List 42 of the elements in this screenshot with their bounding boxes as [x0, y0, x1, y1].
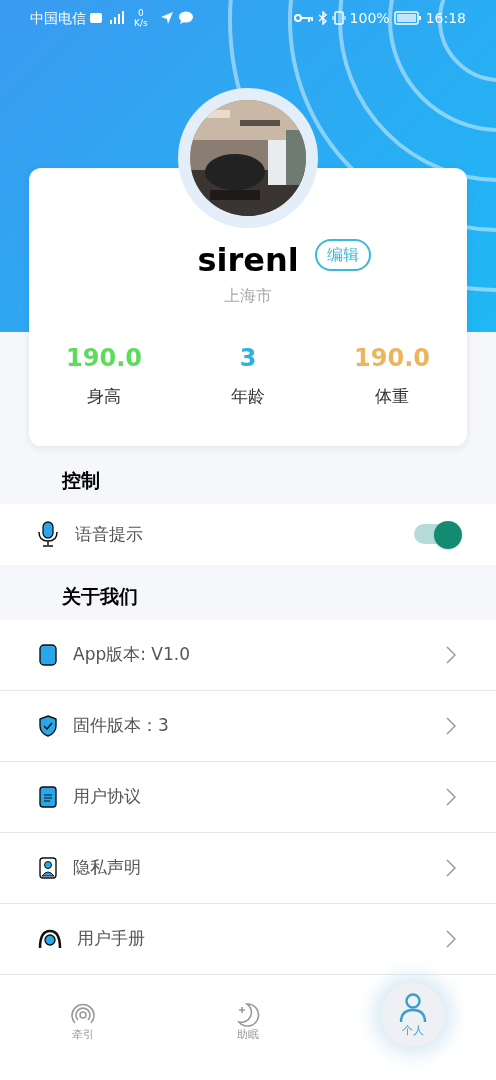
chevron-right-icon	[446, 717, 456, 735]
section-title: 控制	[62, 467, 100, 493]
speed-unit: K/s	[134, 18, 148, 28]
section-title: 关于我们	[62, 583, 138, 609]
signal-icon	[90, 11, 126, 25]
id-card-icon	[38, 857, 58, 879]
shield-icon	[38, 715, 58, 737]
setting-label: 语音提示	[75, 522, 143, 546]
speed-value: 0	[137, 8, 144, 18]
chevron-right-icon	[446, 646, 456, 664]
stat-label: 身高	[87, 385, 121, 408]
camera-icon	[38, 928, 62, 950]
menu-item[interactable]: 用户手册	[0, 904, 496, 975]
microphone-icon	[36, 521, 60, 548]
clock-time: 16:18	[425, 8, 466, 28]
stat-value: 190.0	[66, 343, 142, 374]
user-name: sirenl	[197, 240, 299, 281]
battery-percent: 100%	[349, 8, 390, 28]
send-icon	[159, 11, 174, 25]
key-icon	[293, 13, 314, 23]
stat-label: 年龄	[231, 385, 265, 408]
chevron-right-icon	[446, 859, 456, 877]
stat-value: 3	[239, 343, 257, 374]
stat-label: 体重	[375, 385, 409, 408]
menu-item[interactable]: 隐私声明	[0, 833, 496, 904]
carrier-name: 中国电信	[30, 8, 86, 28]
chevron-right-icon	[446, 788, 456, 806]
person-icon	[398, 992, 429, 1024]
menu-item[interactable]: 固件版本：3	[0, 691, 496, 762]
moon-icon	[235, 1002, 261, 1028]
chevron-right-icon	[446, 930, 456, 948]
phone-icon	[38, 644, 58, 666]
document-icon	[38, 786, 58, 808]
bluetooth-icon	[317, 11, 328, 25]
toggle-switch[interactable]	[414, 521, 460, 548]
battery-icon	[393, 11, 422, 25]
city-label: 上海市	[224, 285, 272, 307]
chat-icon	[177, 11, 194, 25]
vibrate-icon	[331, 11, 346, 25]
menu-item[interactable]: App版本: V1.0	[0, 620, 496, 691]
stat-value: 190.0	[354, 343, 430, 374]
menu-item[interactable]: 用户协议	[0, 762, 496, 833]
